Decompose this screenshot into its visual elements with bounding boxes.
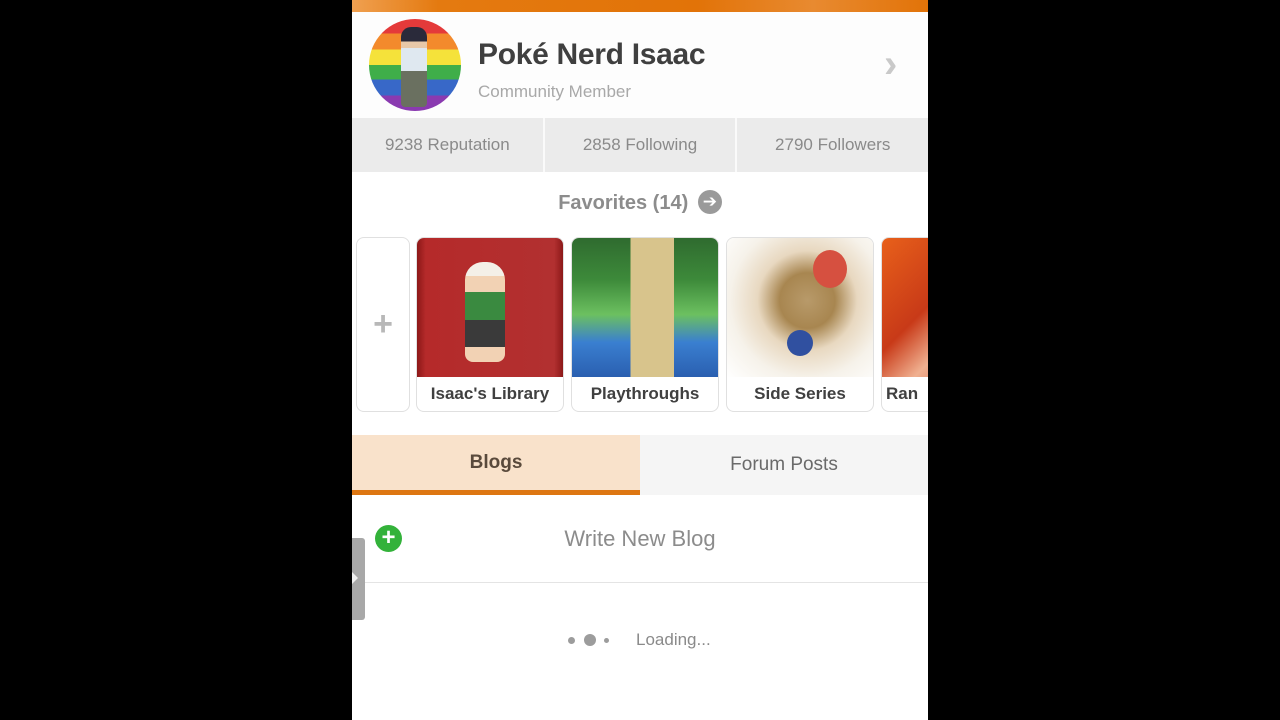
username: Poké Nerd Isaac bbox=[478, 38, 706, 71]
add-favorite-button[interactable]: + bbox=[356, 237, 410, 412]
user-role: Community Member bbox=[478, 82, 632, 101]
favorite-card[interactable]: Playthroughs bbox=[571, 237, 719, 412]
stat-reputation[interactable]: 9238 Reputation bbox=[352, 118, 545, 172]
tab-forum-posts[interactable]: Forum Posts bbox=[640, 435, 928, 495]
favorite-label: Ran bbox=[886, 384, 919, 403]
write-new-blog-label: Write New Blog bbox=[564, 526, 716, 551]
stat-followers[interactable]: 2790 Followers bbox=[737, 118, 928, 172]
stats-bar: 9238 Reputation 2858 Following 2790 Foll… bbox=[352, 118, 928, 172]
loading-text: Loading... bbox=[636, 630, 711, 649]
favorite-card[interactable]: Isaac's Library bbox=[416, 237, 564, 412]
profile-header[interactable]: Poké Nerd Isaac Community Member › bbox=[352, 12, 928, 118]
favorite-image bbox=[882, 238, 928, 377]
avatar-character bbox=[401, 27, 427, 107]
plus-icon: + bbox=[373, 305, 393, 343]
favorite-card[interactable]: Side Series bbox=[726, 237, 874, 412]
side-drawer-handle[interactable] bbox=[352, 538, 365, 620]
app-screen: Poké Nerd Isaac Community Member › 9238 … bbox=[352, 0, 928, 720]
loading-indicator: Loading... bbox=[352, 628, 928, 654]
favorite-label: Isaac's Library bbox=[430, 384, 550, 403]
favorite-image bbox=[727, 238, 873, 377]
loading-dot bbox=[604, 638, 609, 643]
content-tabs: Blogs Forum Posts bbox=[352, 435, 928, 495]
favorites-title: Favorites (14) bbox=[558, 192, 689, 214]
chevron-right-icon bbox=[352, 572, 358, 584]
favorites-header[interactable]: Favorites (14) ➔ bbox=[352, 190, 928, 215]
favorite-card[interactable]: Ran bbox=[881, 237, 928, 412]
favorite-image bbox=[417, 238, 563, 377]
loading-dot bbox=[568, 637, 575, 644]
avatar[interactable] bbox=[369, 19, 461, 111]
favorites-carousel[interactable]: + Isaac's Library Playthroughs Side Seri… bbox=[356, 237, 928, 412]
loading-dot bbox=[584, 634, 596, 646]
arrow-right-circle-icon[interactable]: ➔ bbox=[697, 190, 722, 214]
favorite-image bbox=[572, 238, 718, 377]
chevron-right-icon[interactable]: › bbox=[884, 44, 914, 84]
favorite-label: Side Series bbox=[754, 384, 846, 403]
write-new-blog-button[interactable]: + Write New Blog bbox=[352, 500, 928, 583]
tab-blogs[interactable]: Blogs bbox=[352, 435, 640, 495]
favorite-label: Playthroughs bbox=[590, 384, 700, 403]
stat-following[interactable]: 2858 Following bbox=[545, 118, 738, 172]
top-accent-bar bbox=[352, 0, 928, 12]
